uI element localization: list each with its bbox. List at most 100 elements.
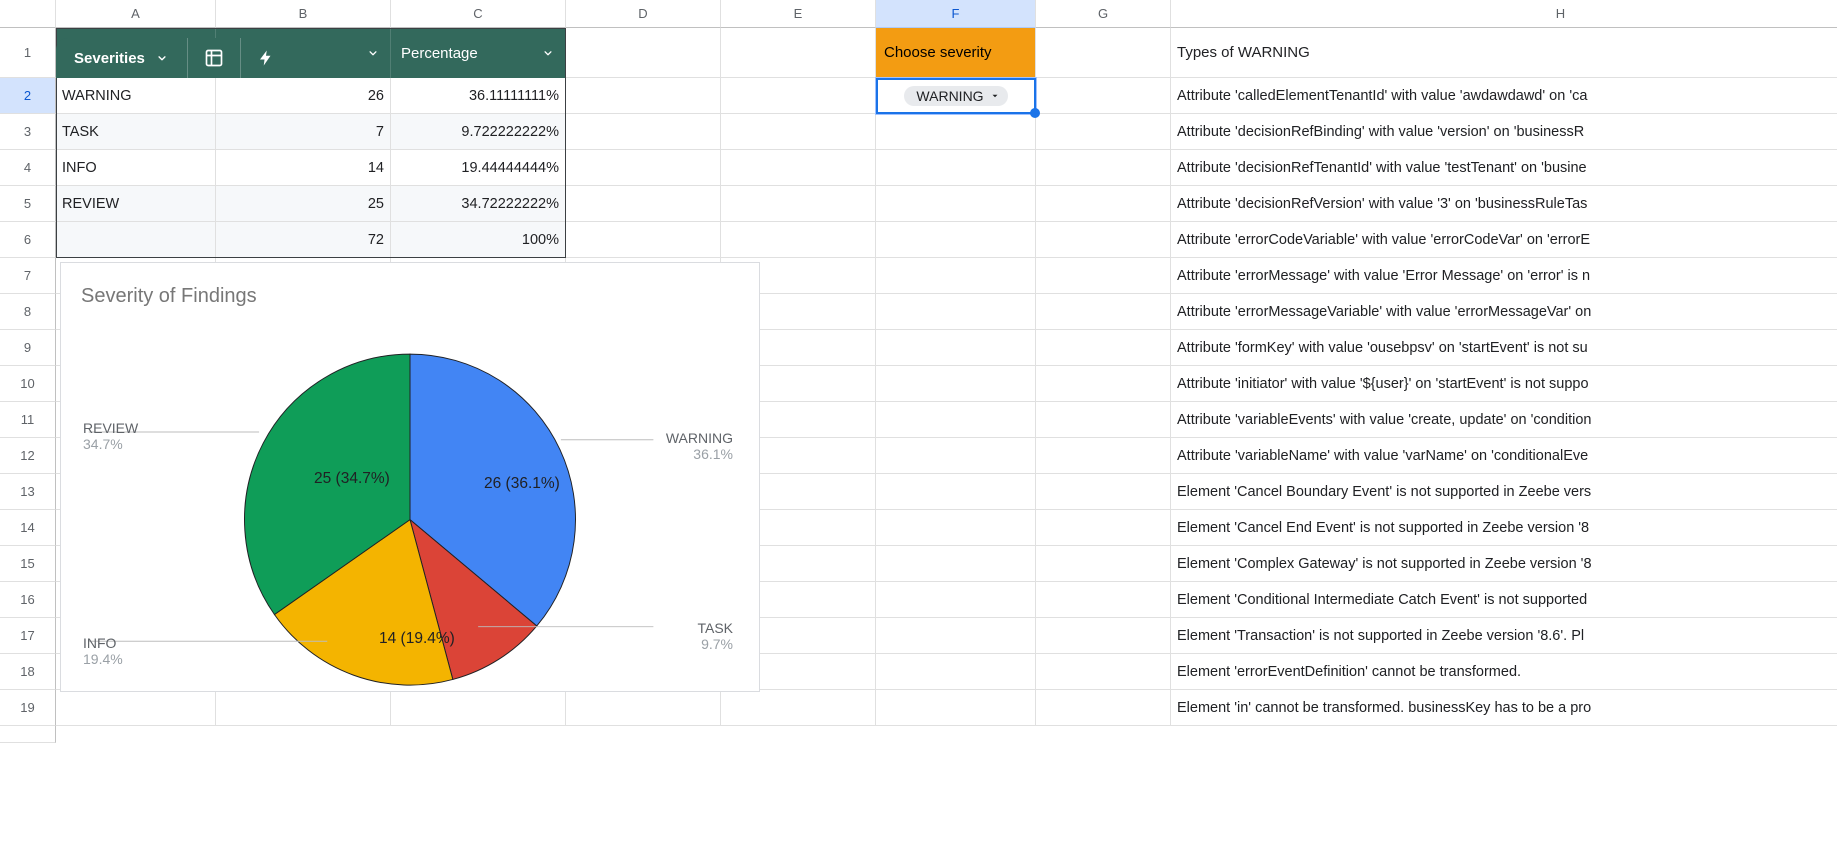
row-header-3[interactable]: 3	[0, 114, 56, 150]
cell-G13[interactable]	[1036, 474, 1171, 510]
cell-G9[interactable]	[1036, 330, 1171, 366]
cell-F18[interactable]	[876, 654, 1036, 690]
row-header-13[interactable]: 13	[0, 474, 56, 510]
cell-F14[interactable]	[876, 510, 1036, 546]
row-header-18[interactable]: 18	[0, 654, 56, 690]
cell-E19[interactable]	[721, 690, 876, 726]
cell-G11[interactable]	[1036, 402, 1171, 438]
cell-F11[interactable]	[876, 402, 1036, 438]
row-header-10[interactable]: 10	[0, 366, 56, 402]
cell-severity-3[interactable]: TASK	[56, 114, 216, 150]
column-header-A[interactable]: A	[56, 0, 216, 28]
row-header-15[interactable]: 15	[0, 546, 56, 582]
cell-E5[interactable]	[721, 186, 876, 222]
cell-G3[interactable]	[1036, 114, 1171, 150]
select-all-corner[interactable]	[0, 0, 56, 28]
cell-F6[interactable]	[876, 222, 1036, 258]
row-header-12[interactable]: 12	[0, 438, 56, 474]
cell-D19[interactable]	[566, 690, 721, 726]
row-header-2[interactable]: 2	[0, 78, 56, 114]
row-header-4[interactable]: 4	[0, 150, 56, 186]
cell-F10[interactable]	[876, 366, 1036, 402]
cell-F15[interactable]	[876, 546, 1036, 582]
cell-F7[interactable]	[876, 258, 1036, 294]
cell-F9[interactable]	[876, 330, 1036, 366]
cell-severity-5[interactable]: REVIEW	[56, 186, 216, 222]
column-header-D[interactable]: D	[566, 0, 721, 28]
column-header-F[interactable]: F	[876, 0, 1036, 28]
cell-A19[interactable]	[56, 690, 216, 726]
cell-pct-4[interactable]: 19.44444444%	[391, 150, 566, 186]
column-header-E[interactable]: E	[721, 0, 876, 28]
cell-count-5[interactable]: 25	[216, 186, 391, 222]
cell-G17[interactable]	[1036, 618, 1171, 654]
cell-E1[interactable]	[721, 28, 876, 78]
column-header-G[interactable]: G	[1036, 0, 1171, 28]
cell-G19[interactable]	[1036, 690, 1171, 726]
cell-G15[interactable]	[1036, 546, 1171, 582]
cell-G7[interactable]	[1036, 258, 1171, 294]
cell-C19[interactable]	[391, 690, 566, 726]
cell-pct-3[interactable]: 9.722222222%	[391, 114, 566, 150]
row-header-17[interactable]: 17	[0, 618, 56, 654]
cell-F13[interactable]	[876, 474, 1036, 510]
active-cell-F2[interactable]: WARNING	[876, 78, 1036, 114]
cell-G14[interactable]	[1036, 510, 1171, 546]
cell-G6[interactable]	[1036, 222, 1171, 258]
row-header-9[interactable]: 9	[0, 330, 56, 366]
cell-E4[interactable]	[721, 150, 876, 186]
cell-D2[interactable]	[566, 78, 721, 114]
column-header-H[interactable]: H	[1171, 0, 1837, 28]
cell-D1[interactable]	[566, 28, 721, 78]
row-header-6[interactable]: 6	[0, 222, 56, 258]
cell-F19[interactable]	[876, 690, 1036, 726]
new-row-indicator[interactable]	[0, 726, 56, 743]
cell-F5[interactable]	[876, 186, 1036, 222]
cell-F3[interactable]	[876, 114, 1036, 150]
cell-F12[interactable]	[876, 438, 1036, 474]
connected-sheet-data-button[interactable]	[187, 38, 240, 78]
row-header-14[interactable]: 14	[0, 510, 56, 546]
cell-G10[interactable]	[1036, 366, 1171, 402]
cell-G4[interactable]	[1036, 150, 1171, 186]
cell-F4[interactable]	[876, 150, 1036, 186]
cell-D3[interactable]	[566, 114, 721, 150]
cell-B19[interactable]	[216, 690, 391, 726]
cell-count-4[interactable]: 14	[216, 150, 391, 186]
row-header-1[interactable]: 1	[0, 28, 56, 78]
row-header-11[interactable]: 11	[0, 402, 56, 438]
cell-count-3[interactable]: 7	[216, 114, 391, 150]
cell-count-2[interactable]: 26	[216, 78, 391, 114]
cell-severity-2[interactable]: WARNING	[56, 78, 216, 114]
connected-sheet-name-button[interactable]: Severities	[56, 38, 187, 78]
pie-chart-card[interactable]: Severity of Findings 26 (36.1%)14 (19.4%…	[60, 262, 760, 692]
cell-D4[interactable]	[566, 150, 721, 186]
cell-pct-total[interactable]: 100%	[391, 222, 566, 258]
cell-G8[interactable]	[1036, 294, 1171, 330]
row-header-19[interactable]: 19	[0, 690, 56, 726]
connected-sheet-refresh-button[interactable]	[240, 38, 291, 78]
selection-handle[interactable]	[1030, 108, 1040, 118]
cell-count-total[interactable]: 72	[216, 222, 391, 258]
row-header-5[interactable]: 5	[0, 186, 56, 222]
row-header-8[interactable]: 8	[0, 294, 56, 330]
cell-D6[interactable]	[566, 222, 721, 258]
cell-F17[interactable]	[876, 618, 1036, 654]
cell-G18[interactable]	[1036, 654, 1171, 690]
cell-G16[interactable]	[1036, 582, 1171, 618]
cell-G2[interactable]	[1036, 78, 1171, 114]
cell-F8[interactable]	[876, 294, 1036, 330]
cell-E3[interactable]	[721, 114, 876, 150]
cell-pct-5[interactable]: 34.72222222%	[391, 186, 566, 222]
cell-severity-4[interactable]: INFO	[56, 150, 216, 186]
column-header-C[interactable]: C	[391, 0, 566, 28]
cell-E2[interactable]	[721, 78, 876, 114]
cell-severity-6[interactable]	[56, 222, 216, 258]
cell-pct-2[interactable]: 36.11111111%	[391, 78, 566, 114]
row-header-7[interactable]: 7	[0, 258, 56, 294]
cell-F16[interactable]	[876, 582, 1036, 618]
column-header-B[interactable]: B	[216, 0, 391, 28]
cell-E6[interactable]	[721, 222, 876, 258]
row-header-16[interactable]: 16	[0, 582, 56, 618]
cell-G1[interactable]	[1036, 28, 1171, 78]
